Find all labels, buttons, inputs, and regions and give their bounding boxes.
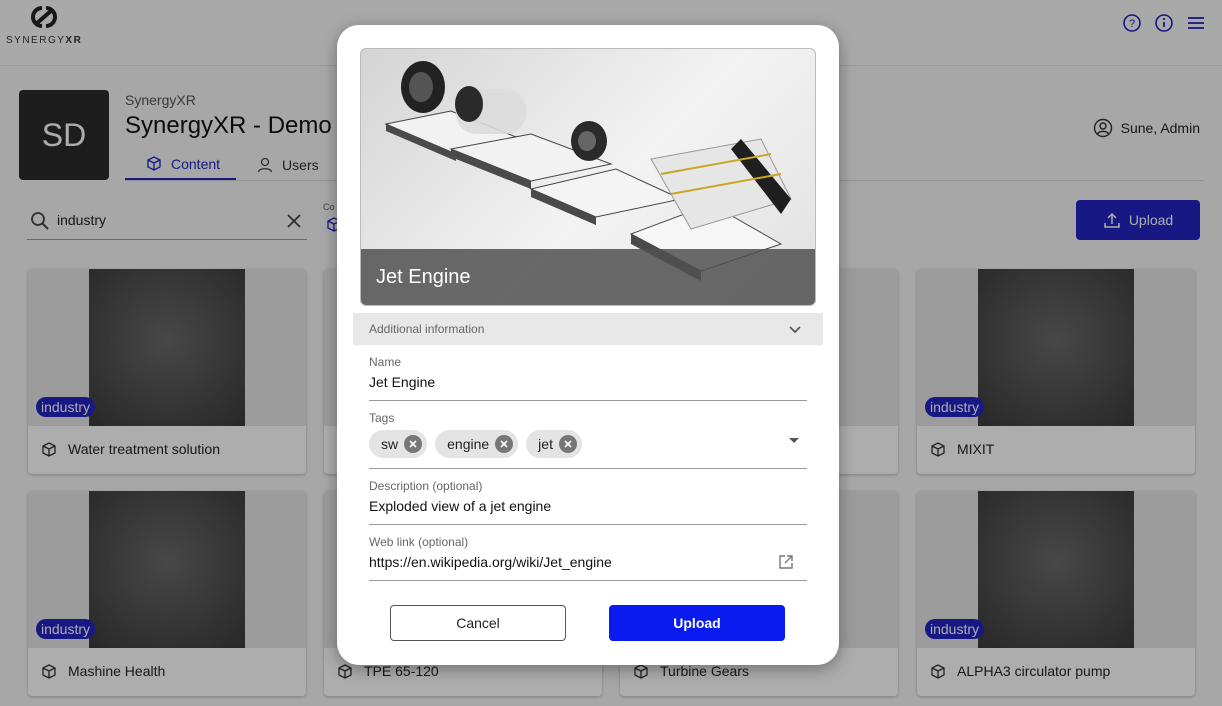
- upload-dialog: Jet Engine Additional information Name J…: [337, 25, 839, 665]
- model-preview: Jet Engine: [360, 48, 816, 306]
- accordion-label: Additional information: [369, 322, 485, 336]
- remove-tag-icon[interactable]: [495, 435, 514, 453]
- tag-chip-label: engine: [447, 436, 490, 452]
- chevron-down-icon: [789, 326, 801, 334]
- name-input[interactable]: Jet Engine: [369, 374, 807, 390]
- open-link-icon[interactable]: [777, 553, 795, 571]
- tag-chip: jet: [526, 430, 582, 458]
- remove-tag-icon[interactable]: [558, 435, 577, 453]
- tags-field[interactable]: Tags sw engine jet: [369, 411, 807, 469]
- tag-chip: sw: [369, 430, 428, 458]
- name-label: Name: [369, 355, 402, 369]
- tag-chip-label: jet: [538, 436, 553, 452]
- weblink-input[interactable]: https://en.wikipedia.org/wiki/Jet_engine: [369, 554, 807, 570]
- additional-info-accordion[interactable]: Additional information: [353, 313, 823, 345]
- weblink-field[interactable]: Web link (optional) https://en.wikipedia…: [369, 535, 807, 581]
- description-input[interactable]: Exploded view of a jet engine: [369, 498, 807, 514]
- tag-chip-label: sw: [381, 436, 399, 452]
- tags-label: Tags: [369, 411, 395, 425]
- confirm-upload-button[interactable]: Upload: [609, 605, 785, 641]
- weblink-label: Web link (optional): [369, 535, 469, 549]
- description-field[interactable]: Description (optional) Exploded view of …: [369, 479, 807, 525]
- remove-tag-icon[interactable]: [404, 435, 423, 453]
- tag-chip: engine: [435, 430, 519, 458]
- cancel-button[interactable]: Cancel: [390, 605, 566, 641]
- tags-dropdown-icon[interactable]: [787, 433, 801, 447]
- description-label: Description (optional): [369, 479, 483, 493]
- preview-title: Jet Engine: [361, 249, 815, 305]
- name-field[interactable]: Name Jet Engine: [369, 355, 807, 401]
